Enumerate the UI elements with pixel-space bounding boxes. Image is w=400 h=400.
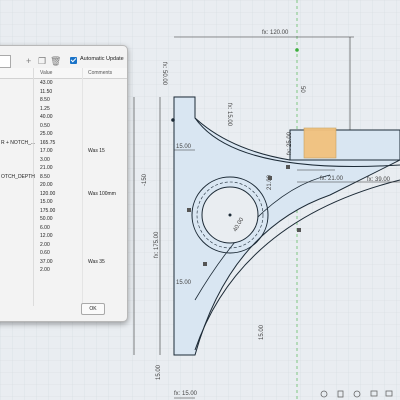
parameter-value[interactable]: 2.00 [40,266,50,275]
dim-label-15-c[interactable]: 15.00 [259,324,265,340]
parameter-value[interactable]: 6.00 [40,224,50,233]
dim-left-height-top[interactable]: fx: 50.00 [161,62,167,86]
parameter-value[interactable]: 17.00 [40,147,53,156]
sketch-point[interactable] [171,118,175,122]
dim-fx-39[interactable]: fx: 39.00 [367,177,391,183]
hole-center-point [228,213,232,217]
constraint-glyph[interactable] [187,208,191,212]
table-row[interactable]: 50.00 [0,215,127,224]
dim-label-15-a[interactable]: 15.00 [176,144,192,150]
parameter-value[interactable]: 175.00 [40,207,55,216]
table-row[interactable]: 17.00 Was 15 [0,147,127,156]
parameter-comment[interactable]: Was 15 [88,147,105,156]
table-row[interactable]: 3.00 [0,156,127,165]
automatic-update-label: Automatic Update [80,56,124,62]
parameter-value[interactable]: 0.50 [40,122,50,131]
parameter-value[interactable]: 12.00 [40,232,53,241]
table-row[interactable]: 175.00 [0,207,127,216]
dim-notch-15[interactable]: fx: 15.00 [226,103,232,127]
dim-axis-50[interactable]: 50 [299,86,305,93]
parameter-value[interactable]: 165.75 [40,139,55,148]
table-row[interactable]: 2.00 [0,241,127,250]
parameters-table-header: Value Comments [0,68,127,79]
ok-button[interactable]: OK [81,303,105,315]
dim-bottom-15[interactable]: fx: 15.00 [174,391,198,397]
table-row[interactable]: OTCH_DEPTH 8.50 [0,173,127,182]
table-row[interactable]: 25.00 [0,130,127,139]
parameter-value[interactable]: 3.00 [40,156,50,165]
dim-label-15-b[interactable]: 15.00 [176,280,192,286]
parameter-value[interactable]: 43.00 [40,79,53,88]
dim-bottom-15b[interactable]: 15.00 [156,364,162,380]
table-row[interactable]: 6.00 [0,224,127,233]
highlighted-face[interactable] [303,127,337,159]
table-row[interactable]: 120.00 Was 100mm [0,190,127,199]
table-row[interactable]: 12.00 [0,232,127,241]
add-icon[interactable]: + [26,55,31,67]
parameter-value[interactable]: 8.50 [40,96,50,105]
filter-input[interactable] [0,55,11,68]
table-row[interactable]: 11.50 [0,88,127,97]
table-row[interactable]: 15.00 [0,198,127,207]
constraint-glyph[interactable] [286,165,290,169]
parameter-value[interactable]: 2.00 [40,241,50,250]
constraint-glyph[interactable] [297,228,301,232]
sketch-point[interactable] [295,48,299,52]
constraint-glyph[interactable] [268,176,272,180]
dim-fx-21[interactable]: fx: 21.00 [320,176,344,182]
parameter-value[interactable]: 0.60 [40,249,50,258]
table-row[interactable]: 37.00 Was 35 [0,258,127,267]
parameters-dialog[interactable]: + ❐ 🗑 Automatic Update Value Comments 43… [0,45,128,322]
copy-icon[interactable]: ❐ [38,55,46,67]
parameter-value[interactable]: 120.00 [40,190,55,199]
dim-fx-25[interactable]: fx: 25.00 [287,131,293,155]
table-row[interactable]: 20.00 [0,181,127,190]
delete-icon[interactable]: 🗑 [50,55,61,67]
parameter-comment[interactable]: Was 100mm [88,190,116,199]
table-row[interactable]: 0.50 [0,122,127,131]
parameter-value[interactable]: 1.25 [40,105,50,114]
parameter-value[interactable]: 15.00 [40,198,53,207]
parameter-value[interactable]: 25.00 [40,130,53,139]
parameter-value[interactable]: 40.00 [40,113,53,122]
dim-left-total[interactable]: fx: 175.00 [154,231,160,258]
parameter-name[interactable]: R + NOTCH_... [1,139,35,148]
constraint-glyph[interactable] [203,262,207,266]
parameter-value[interactable]: 50.00 [40,215,53,224]
table-row[interactable]: 8.50 [0,96,127,105]
parameter-value[interactable]: 8.50 [40,173,50,182]
table-row[interactable]: 2.00 [0,266,127,275]
table-row[interactable]: 21.00 [0,164,127,173]
dim-top-width[interactable]: fx: 120.00 [262,30,289,36]
parameter-name[interactable]: OTCH_DEPTH [1,173,35,182]
parameter-value[interactable]: 20.00 [40,181,53,190]
dim-neg-150[interactable]: -150 [142,173,148,186]
parameter-value[interactable]: 11.50 [40,88,52,97]
table-row[interactable]: 0.60 [0,249,127,258]
parameters-table-body: 43.00 11.50 8.50 1.25 40.00 0.50 25.00 R + NOTC… [0,79,127,275]
table-row[interactable]: 43.00 [0,79,127,88]
parameter-comment[interactable]: Was 35 [88,258,105,267]
automatic-update-checkbox[interactable] [70,57,77,64]
column-header-value[interactable]: Value [40,70,52,76]
parameter-value[interactable]: 21.00 [40,164,53,173]
table-row[interactable]: 40.00 [0,113,127,122]
column-header-comments[interactable]: Comments [88,70,112,76]
table-row[interactable]: 1.25 [0,105,127,114]
table-row[interactable]: R + NOTCH_... 165.75 [0,139,127,148]
parameter-value[interactable]: 37.00 [40,258,53,267]
